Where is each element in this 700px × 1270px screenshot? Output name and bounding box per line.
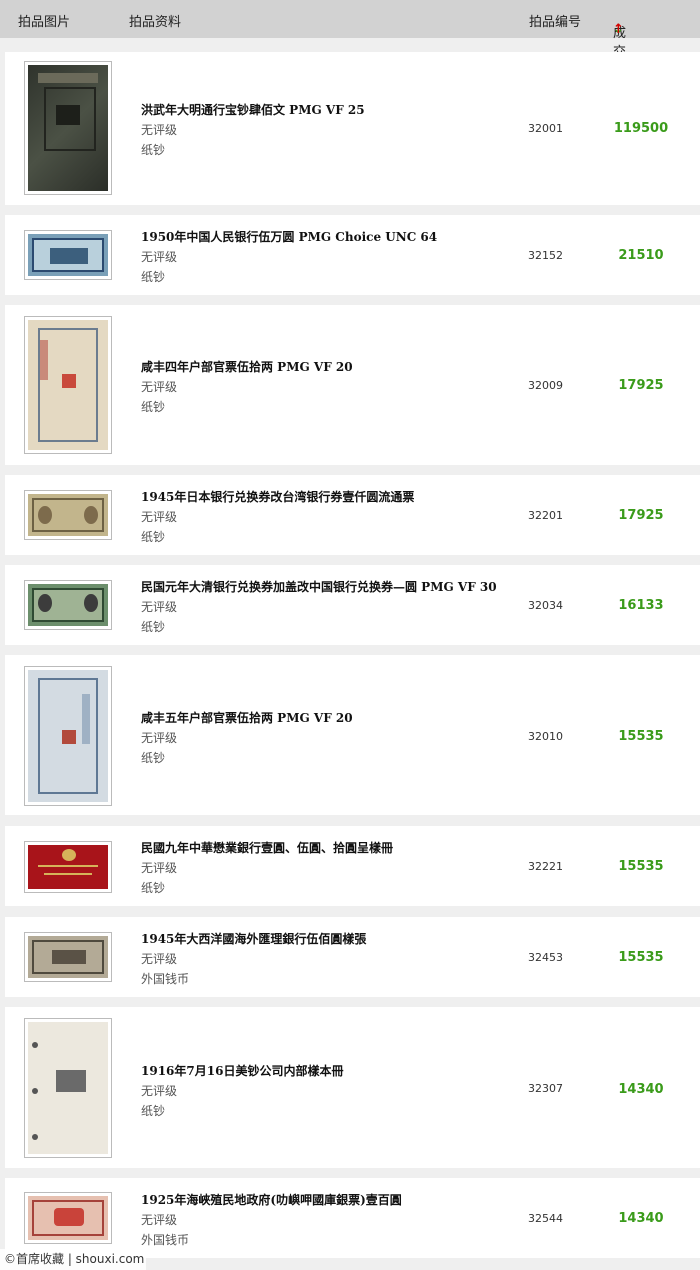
item-grade: 无评级: [141, 1213, 178, 1227]
item-title[interactable]: 民国元年大清银行兑换券加盖改中国银行兑换券—圆 PMG VF 30: [141, 578, 497, 595]
item-grade: 无评级: [141, 123, 178, 137]
item-title[interactable]: 1945年日本银行兑换券改台湾银行券壹仟圆流通票: [141, 488, 414, 505]
item-thumbnail[interactable]: [24, 1018, 112, 1158]
item-thumbnail[interactable]: [24, 316, 112, 454]
list-item[interactable]: 咸丰四年户部官票伍拾两 PMG VF 20 无评级 纸钞 32009 17925: [5, 305, 700, 465]
list-item[interactable]: 1945年日本银行兑换券改台湾银行券壹仟圆流通票 无评级 纸钞 32201 17…: [5, 475, 700, 555]
item-title[interactable]: 1925年海峽殖民地政府(叻嶼呷國庫銀票)壹百圓: [141, 1191, 402, 1208]
column-header-info: 拍品资料: [129, 15, 182, 30]
item-grade: 无评级: [141, 861, 178, 875]
watermark: ©首席收藏 | shouxi.com: [0, 1249, 146, 1270]
column-header-image: 拍品图片: [18, 15, 71, 30]
item-number: 32307: [528, 1082, 563, 1095]
item-number: 32034: [528, 599, 563, 612]
item-number: 32201: [528, 509, 563, 522]
item-number: 32221: [528, 860, 563, 873]
item-category: 纸钞: [141, 400, 166, 414]
item-grade: 无评级: [141, 380, 178, 394]
list-item[interactable]: 民国元年大清银行兑换券加盖改中国银行兑换券—圆 PMG VF 30 无评级 纸钞…: [5, 565, 700, 645]
sort-asc-icon[interactable]: ↑: [613, 22, 624, 37]
list-item[interactable]: 1950年中国人民银行伍万圆 PMG Choice UNC 64 无评级 纸钞 …: [5, 215, 700, 295]
item-price: 119500: [613, 121, 669, 136]
item-title[interactable]: 咸丰五年户部官票伍拾两 PMG VF 20: [141, 709, 353, 726]
item-category: 外国钱币: [141, 972, 190, 986]
item-number: 32001: [528, 122, 563, 135]
item-number: 32010: [528, 730, 563, 743]
item-category: 外国钱币: [141, 1233, 190, 1247]
item-grade: 无评级: [141, 250, 178, 264]
item-category: 纸钞: [141, 881, 166, 895]
item-price: 15535: [618, 729, 664, 744]
item-category: 纸钞: [141, 1104, 166, 1118]
item-thumbnail[interactable]: [24, 230, 112, 280]
item-thumbnail[interactable]: [24, 580, 112, 630]
column-header-number: 拍品编号: [529, 15, 582, 30]
item-title[interactable]: 民國九年中華懋業銀行壹圓、伍圓、拾圓呈樣冊: [141, 839, 393, 856]
item-thumbnail[interactable]: [24, 1192, 112, 1244]
item-price: 14340: [618, 1211, 664, 1226]
item-number: 32544: [528, 1212, 563, 1225]
item-category: 纸钞: [141, 751, 166, 765]
item-category: 纸钞: [141, 620, 166, 634]
item-title[interactable]: 洪武年大明通行宝钞肆佰文 PMG VF 25: [141, 101, 365, 118]
item-price: 15535: [618, 859, 664, 874]
item-grade: 无评级: [141, 510, 178, 524]
item-title[interactable]: 咸丰四年户部官票伍拾两 PMG VF 20: [141, 358, 353, 375]
list-item[interactable]: 1945年大西洋國海外匯理銀行伍佰圓樣張 无评级 外国钱币 32453 1553…: [5, 917, 700, 997]
item-thumbnail[interactable]: [24, 932, 112, 982]
item-price: 16133: [618, 598, 664, 613]
item-category: 纸钞: [141, 143, 166, 157]
item-price: 15535: [618, 950, 664, 965]
item-grade: 无评级: [141, 731, 178, 745]
item-grade: 无评级: [141, 952, 178, 966]
item-category: 纸钞: [141, 530, 166, 544]
item-thumbnail[interactable]: [24, 841, 112, 893]
item-number: 32009: [528, 379, 563, 392]
list-item[interactable]: 1916年7月16日美钞公司内部樣本冊 无评级 纸钞 32307 14340: [5, 1007, 700, 1168]
item-price: 17925: [618, 508, 664, 523]
item-price: 17925: [618, 378, 664, 393]
item-grade: 无评级: [141, 600, 178, 614]
item-category: 纸钞: [141, 270, 166, 284]
item-title[interactable]: 1945年大西洋國海外匯理銀行伍佰圓樣張: [141, 930, 366, 947]
item-price: 14340: [618, 1082, 664, 1097]
list-item[interactable]: 洪武年大明通行宝钞肆佰文 PMG VF 25 无评级 纸钞 32001 1195…: [5, 52, 700, 205]
item-number: 32152: [528, 249, 563, 262]
list-item[interactable]: 民國九年中華懋業銀行壹圓、伍圓、拾圓呈樣冊 无评级 纸钞 32221 15535: [5, 826, 700, 906]
item-thumbnail[interactable]: [24, 490, 112, 540]
list-item[interactable]: 咸丰五年户部官票伍拾两 PMG VF 20 无评级 纸钞 32010 15535: [5, 655, 700, 815]
list-item[interactable]: 1925年海峽殖民地政府(叻嶼呷國庫銀票)壹百圓 无评级 外国钱币 32544 …: [5, 1178, 700, 1258]
item-number: 32453: [528, 951, 563, 964]
table-header: 拍品图片 拍品资料 拍品编号 成交价↓↑: [0, 0, 700, 79]
item-price: 21510: [618, 248, 664, 263]
item-thumbnail[interactable]: [24, 61, 112, 195]
item-title[interactable]: 1950年中国人民银行伍万圆 PMG Choice UNC 64: [141, 228, 437, 245]
item-grade: 无评级: [141, 1084, 178, 1098]
item-title[interactable]: 1916年7月16日美钞公司内部樣本冊: [141, 1062, 343, 1079]
item-thumbnail[interactable]: [24, 666, 112, 806]
